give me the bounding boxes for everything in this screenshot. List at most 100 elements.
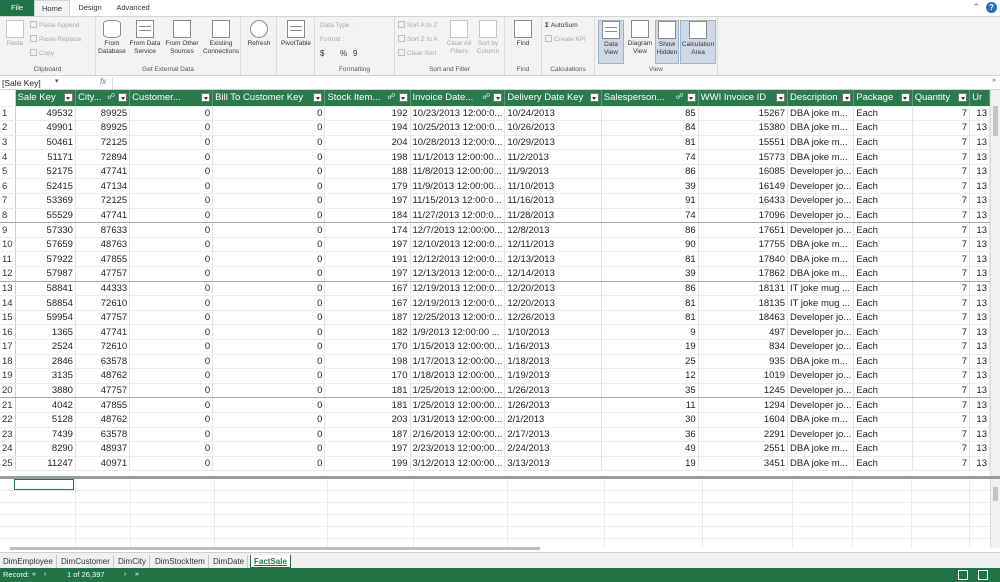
percent-button[interactable]: % [340, 49, 347, 58]
chevron-down-icon[interactable]: ▾ [55, 77, 59, 85]
table-cell[interactable]: 0 [129, 441, 214, 457]
table-cell[interactable]: 10/26/2013 [504, 120, 602, 136]
table-cell[interactable]: 2/24/2013 [504, 441, 602, 457]
table-cell[interactable]: 44333 [75, 281, 131, 297]
table-cell[interactable]: 0 [212, 193, 326, 209]
table-cell[interactable]: 0 [212, 266, 326, 282]
table-cell[interactable]: 184 [324, 208, 411, 224]
column-header[interactable]: Package [853, 90, 913, 107]
table-cell[interactable]: Each [853, 266, 913, 282]
tab-advanced[interactable]: Advanced [110, 0, 156, 16]
table-cell[interactable]: 50461 [15, 135, 76, 151]
table-cell[interactable]: Each [853, 251, 913, 268]
table-cell[interactable]: DBA joke m... [787, 149, 855, 165]
row-number[interactable]: 1 [0, 106, 16, 122]
table-row[interactable]: 15 59954 47757 0 0 187 12/25/2013 12:00:0... 12… [0, 310, 990, 326]
table-cell[interactable]: 12/14/2013 [504, 266, 602, 282]
table-cell[interactable]: 47855 [75, 397, 131, 413]
table-cell[interactable]: Each [853, 135, 913, 151]
column-header[interactable]: Ur [969, 90, 990, 107]
table-cell[interactable]: 12/26/2013 [504, 310, 602, 326]
table-cell[interactable]: Each [853, 178, 913, 195]
table-cell[interactable]: 89925 [75, 106, 131, 122]
table-cell[interactable]: Each [853, 310, 913, 326]
table-cell[interactable]: 1/26/2013 [504, 383, 602, 399]
table-cell[interactable]: 7 [912, 164, 971, 180]
table-cell[interactable]: 13 [969, 427, 990, 443]
filter-dropdown-icon[interactable] [201, 93, 211, 102]
row-number[interactable]: 12 [0, 266, 16, 282]
row-number[interactable]: 22 [0, 412, 16, 428]
table-cell[interactable]: 0 [129, 164, 214, 180]
table-cell[interactable]: Each [853, 383, 913, 399]
table-cell[interactable]: 2551 [698, 441, 789, 457]
table-cell[interactable]: 10/28/2013 12:00:0... [410, 135, 506, 151]
table-cell[interactable]: 0 [129, 427, 214, 443]
calculation-area[interactable] [0, 479, 1000, 548]
table-cell[interactable]: Developer jo... [787, 193, 855, 209]
table-cell[interactable]: 57987 [15, 266, 76, 282]
table-cell[interactable]: 0 [129, 310, 214, 326]
table-cell[interactable]: 0 [129, 324, 214, 340]
table-cell[interactable]: 7 [912, 310, 971, 326]
sheet-tab[interactable]: FactSale [250, 555, 291, 568]
row-number[interactable]: 7 [0, 193, 16, 209]
table-cell[interactable]: 0 [129, 397, 214, 413]
column-header[interactable]: Customer... [129, 90, 214, 107]
filter-dropdown-icon[interactable] [958, 93, 968, 102]
table-cell[interactable]: 48763 [75, 237, 131, 253]
table-cell[interactable]: 7 [912, 208, 971, 224]
table-cell[interactable]: 1/18/2013 12:00:00... [410, 368, 506, 384]
table-cell[interactable]: 7 [912, 120, 971, 136]
table-cell[interactable]: 86 [601, 281, 699, 297]
table-cell[interactable]: 0 [212, 237, 326, 253]
table-cell[interactable]: 10/29/2013 [504, 135, 602, 151]
last-record-button[interactable]: » [135, 568, 139, 582]
row-number[interactable]: 23 [0, 427, 16, 443]
table-cell[interactable]: 13 [969, 324, 990, 340]
row-number[interactable]: 14 [0, 295, 16, 311]
table-cell[interactable]: 0 [212, 397, 326, 413]
table-cell[interactable]: 0 [212, 251, 326, 268]
table-cell[interactable]: 12/12/2013 12:00:0... [410, 251, 506, 268]
table-cell[interactable]: 0 [129, 237, 214, 253]
table-cell[interactable]: 13 [969, 178, 990, 195]
table-cell[interactable]: 0 [212, 412, 326, 428]
data-grid[interactable]: Sale Key City... ☍ Customer... Bill To Custo… [0, 90, 990, 476]
table-cell[interactable]: 7 [912, 324, 971, 340]
table-row[interactable]: 10 57659 48763 0 0 197 12/10/2013 12:00:0... 12… [0, 237, 990, 253]
table-cell[interactable]: 57659 [15, 237, 76, 253]
table-cell[interactable]: 81 [601, 251, 699, 268]
table-cell[interactable]: 1/18/2013 [504, 354, 602, 370]
row-number[interactable]: 11 [0, 251, 16, 268]
table-cell[interactable]: 12 [601, 368, 699, 384]
table-cell[interactable]: 197 [324, 266, 411, 282]
table-row[interactable]: 2 49901 89925 0 0 194 10/25/2013 12:00:0... 10/… [0, 120, 990, 136]
table-cell[interactable]: 47741 [75, 324, 131, 340]
table-row[interactable]: 23 7439 63578 0 0 187 2/16/2013 12:00:00... 2/1… [0, 427, 990, 443]
table-cell[interactable]: 187 [324, 427, 411, 443]
column-header[interactable]: Quantity [912, 90, 971, 107]
diagram-view-button[interactable]: Diagram View [625, 20, 655, 56]
row-number[interactable]: 21 [0, 397, 16, 413]
table-cell[interactable]: 0 [129, 106, 214, 122]
row-number[interactable]: 18 [0, 354, 16, 370]
table-cell[interactable]: DBA joke m... [787, 120, 855, 136]
table-cell[interactable]: Developer jo... [787, 368, 855, 384]
sheet-tab[interactable]: DimCustomer [58, 555, 114, 568]
table-cell[interactable]: Each [853, 193, 913, 209]
table-cell[interactable]: 5128 [15, 412, 76, 428]
sheet-tab[interactable]: DimCity [115, 555, 150, 568]
table-cell[interactable]: 11/9/2013 12:00:00... [410, 178, 506, 195]
calculation-area-button[interactable]: Calculation Area [680, 20, 716, 64]
table-cell[interactable]: 9 [601, 324, 699, 340]
table-cell[interactable]: 0 [212, 149, 326, 165]
table-row[interactable]: 6 52415 47134 0 0 179 11/9/2013 12:00:00... 11/… [0, 178, 990, 195]
table-cell[interactable]: 0 [212, 295, 326, 311]
table-cell[interactable]: 834 [698, 339, 789, 355]
table-cell[interactable]: 13 [969, 281, 990, 297]
table-row[interactable]: 13 58841 44333 0 0 167 12/19/2013 12:00:0... 12… [0, 281, 990, 297]
filter-dropdown-icon[interactable] [900, 93, 910, 102]
table-cell[interactable]: 7 [912, 412, 971, 428]
from-database-button[interactable]: From Database [98, 20, 126, 56]
